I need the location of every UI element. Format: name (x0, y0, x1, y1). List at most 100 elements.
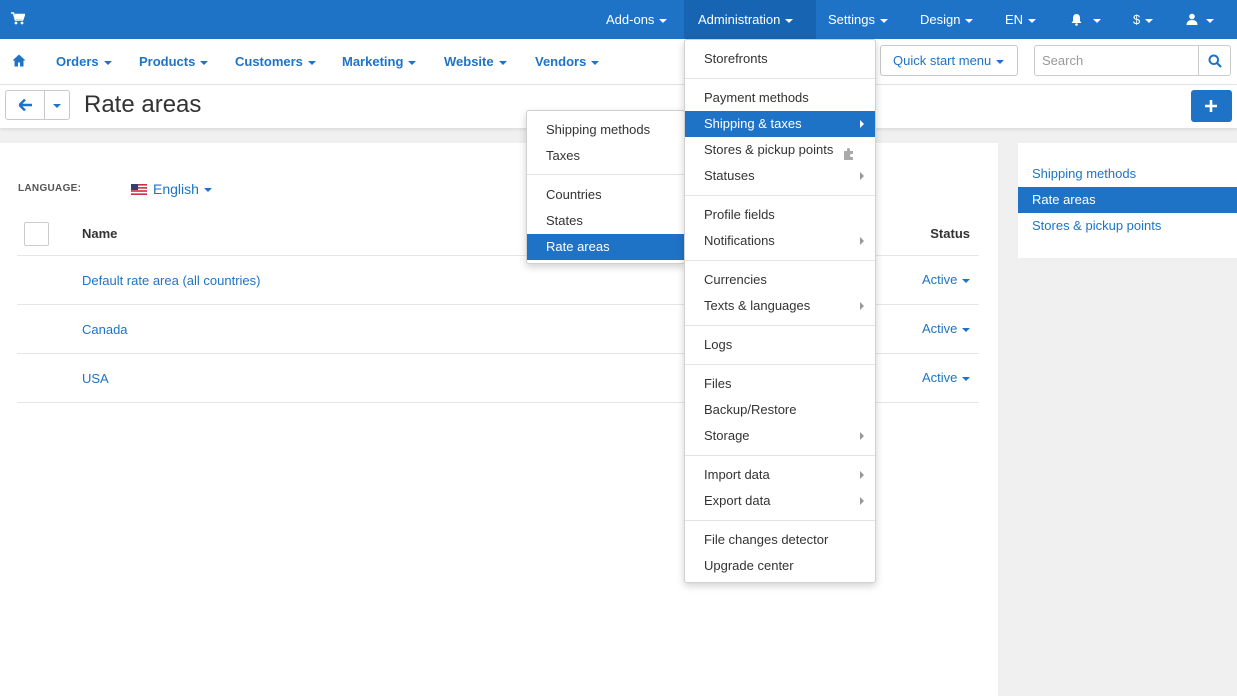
sidebar-item-rate-areas[interactable]: Rate areas (1018, 187, 1237, 213)
nav-vendors-label: Vendors (535, 54, 587, 69)
menu-item-logs[interactable]: Logs (685, 332, 875, 358)
cart-icon[interactable] (11, 12, 26, 28)
topnav-settings[interactable]: Settings (828, 0, 888, 39)
back-button[interactable] (5, 90, 45, 120)
topnav-administration[interactable]: Administration (684, 0, 816, 39)
chevron-down-icon (200, 60, 209, 65)
rate-area-link[interactable]: Canada (82, 322, 128, 337)
menu-item-label: Shipping & taxes (704, 116, 802, 131)
chevron-down-icon (53, 103, 61, 108)
chevron-down-icon (1028, 18, 1037, 23)
column-header-name: Name (82, 226, 118, 241)
menu-item-export-data[interactable]: Export data (685, 488, 875, 514)
submenu-item-states[interactable]: States (527, 208, 684, 234)
chevron-right-icon (860, 172, 864, 180)
status-dropdown[interactable]: Active (922, 272, 971, 287)
quick-start-menu-button[interactable]: Quick start menu (880, 45, 1018, 76)
menu-item-label: Currencies (704, 272, 767, 287)
submenu-item-taxes[interactable]: Taxes (527, 143, 684, 169)
menu-divider (685, 325, 875, 326)
nav-marketing[interactable]: Marketing (342, 39, 417, 85)
topnav-notifications[interactable] (1070, 0, 1101, 39)
select-all-checkbox[interactable] (24, 222, 49, 246)
menu-item-files[interactable]: Files (685, 371, 875, 397)
chevron-down-icon (962, 278, 971, 283)
language-label: LANGUAGE: (18, 183, 82, 194)
menu-item-stores-pickup-points[interactable]: Stores & pickup points (685, 137, 875, 163)
rate-area-link[interactable]: USA (82, 371, 109, 386)
menu-item-upgrade-center[interactable]: Upgrade center (685, 553, 875, 579)
user-icon (1186, 12, 1198, 27)
chevron-right-icon (860, 497, 864, 505)
chevron-down-icon (659, 18, 668, 23)
topnav-addons-label: Add-ons (606, 12, 655, 27)
menu-divider (685, 260, 875, 261)
topnav-design[interactable]: Design (920, 0, 974, 39)
chevron-down-icon (962, 327, 971, 332)
menu-item-label: Profile fields (704, 207, 775, 222)
menu-item-currencies[interactable]: Currencies (685, 267, 875, 293)
menu-item-label: Files (704, 376, 732, 391)
submenu-item-countries[interactable]: Countries (527, 182, 684, 208)
menu-item-backup-restore[interactable]: Backup/Restore (685, 397, 875, 423)
menu-item-label: Logs (704, 337, 733, 352)
nav-orders[interactable]: Orders (56, 39, 112, 85)
menu-divider (685, 364, 875, 365)
topnav-language[interactable]: EN (1005, 0, 1037, 39)
chevron-down-icon (962, 376, 971, 381)
chevron-down-icon (498, 60, 507, 65)
chevron-right-icon (860, 120, 864, 128)
chevron-down-icon (203, 188, 212, 193)
status-dropdown[interactable]: Active (922, 370, 971, 385)
topnav-language-label: EN (1005, 12, 1024, 27)
menu-divider (685, 520, 875, 521)
status-dropdown[interactable]: Active (922, 321, 971, 336)
submenu-item-shipping-methods[interactable]: Shipping methods (527, 117, 684, 143)
history-dropdown-button[interactable] (44, 90, 70, 120)
menu-item-shipping-taxes[interactable]: Shipping & taxes (685, 111, 875, 137)
topnav-settings-label: Settings (828, 12, 875, 27)
menu-divider (685, 195, 875, 196)
add-rate-area-button[interactable] (1191, 90, 1232, 122)
menu-item-storefronts[interactable]: Storefronts (685, 46, 875, 72)
main-nav: Orders Products Customers Marketing Webs… (0, 39, 1237, 85)
menu-item-notifications[interactable]: Notifications (685, 228, 875, 254)
menu-item-import-data[interactable]: Import data (685, 462, 875, 488)
nav-vendors[interactable]: Vendors (535, 39, 600, 85)
submenu-item-rate-areas[interactable]: Rate areas (527, 234, 684, 260)
language-value: English (153, 181, 199, 197)
nav-products[interactable]: Products (139, 39, 209, 85)
nav-website[interactable]: Website (444, 39, 507, 85)
topnav-user[interactable] (1186, 0, 1214, 39)
menu-item-label: Storefronts (704, 51, 768, 66)
nav-customers-label: Customers (235, 54, 303, 69)
home-icon[interactable] (12, 54, 26, 70)
us-flag-icon (131, 182, 147, 195)
rate-area-link[interactable]: Default rate area (all countries) (82, 273, 260, 288)
topnav-addons[interactable]: Add-ons (606, 0, 668, 39)
nav-customers[interactable]: Customers (235, 39, 316, 85)
menu-item-label: File changes detector (704, 532, 829, 547)
chevron-down-icon (785, 18, 794, 23)
chevron-down-icon (1093, 18, 1101, 23)
menu-item-file-changes-detector[interactable]: File changes detector (685, 527, 875, 553)
menu-item-label: Upgrade center (704, 558, 794, 573)
menu-item-profile-fields[interactable]: Profile fields (685, 202, 875, 228)
sidebar-item-stores-pickup-points[interactable]: Stores & pickup points (1018, 213, 1237, 239)
menu-item-storage[interactable]: Storage (685, 423, 875, 449)
quick-start-label: Quick start menu (893, 53, 992, 68)
column-header-status: Status (930, 226, 970, 241)
topnav-currency[interactable]: $ (1133, 0, 1154, 39)
search-button[interactable] (1198, 45, 1231, 76)
menu-item-payment-methods[interactable]: Payment methods (685, 85, 875, 111)
menu-item-label: Notifications (704, 233, 775, 248)
chevron-right-icon (860, 237, 864, 245)
language-selector[interactable]: English (131, 181, 212, 197)
menu-item-texts-languages[interactable]: Texts & languages (685, 293, 875, 319)
sidebar-item-shipping-methods[interactable]: Shipping methods (1018, 161, 1237, 187)
menu-item-statuses[interactable]: Statuses (685, 163, 875, 189)
chevron-down-icon (307, 60, 316, 65)
search-input[interactable] (1034, 45, 1199, 76)
menu-divider (527, 174, 684, 175)
chevron-right-icon (860, 432, 864, 440)
